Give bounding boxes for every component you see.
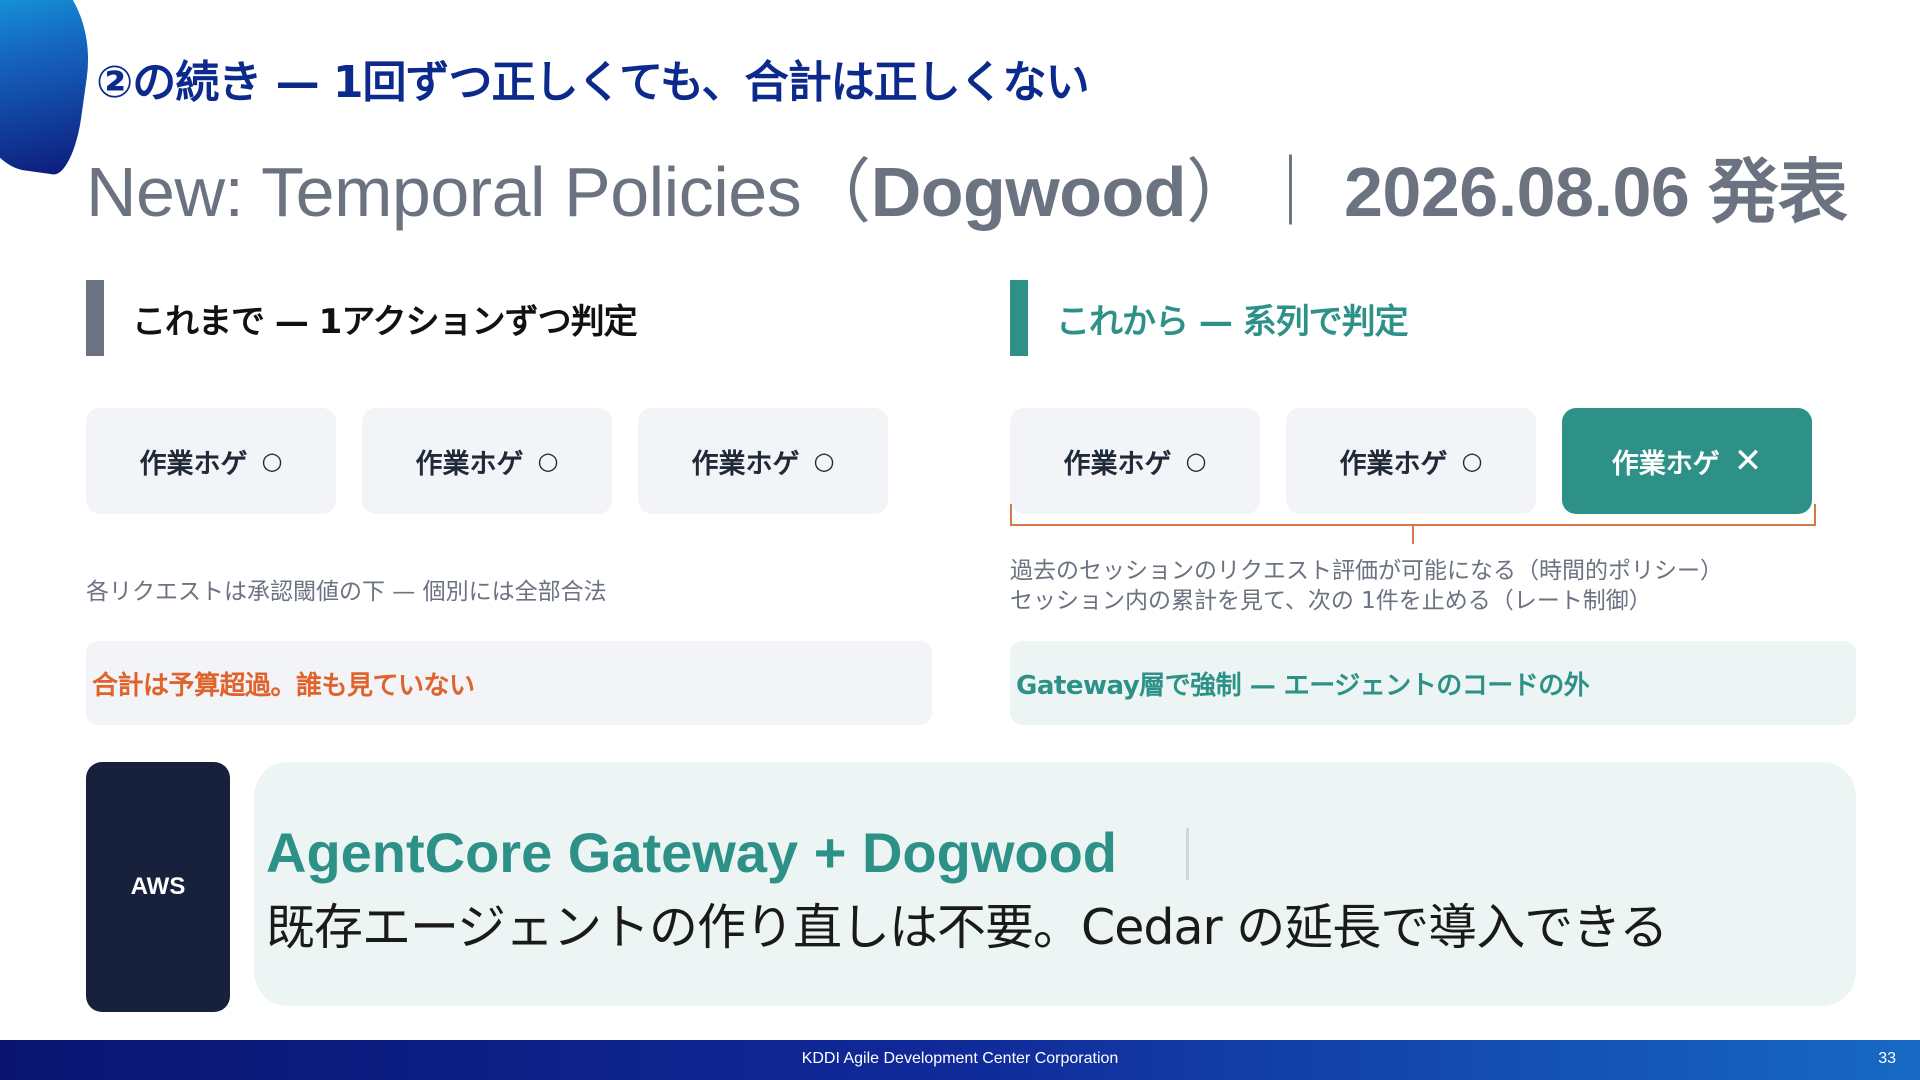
chip-label: 作業ホゲ	[1611, 448, 1720, 480]
note-after: 過去のセッションのリクエスト評価が可能になる（時間的ポリシー） セッション内の累…	[1010, 556, 1723, 616]
subtitle-codename: Dogwood	[870, 153, 1187, 231]
section-accent-bar	[1010, 280, 1028, 356]
slide-subtitle: New: Temporal Policies（Dogwood）｜ 2026.08…	[86, 136, 1848, 237]
section-heading-before: これまで — 1アクションずつ判定	[86, 280, 638, 356]
aws-badge-label: AWS	[130, 873, 186, 900]
allowed-icon: ○	[813, 447, 835, 475]
action-chip-denied: 作業ホゲ ✕	[1562, 408, 1812, 514]
takeaway-title: AgentCore Gateway + Dogwood	[266, 821, 1117, 884]
section-heading-text: これまで — 1アクションずつ判定	[132, 301, 638, 342]
denied-icon: ✕	[1733, 441, 1763, 481]
subtitle-date: 2026.08.06 発表	[1343, 153, 1848, 231]
action-chip: 作業ホゲ ○	[1010, 408, 1260, 514]
chip-label: 作業ホゲ	[139, 448, 248, 480]
takeaway-divider	[1186, 828, 1189, 880]
chip-label: 作業ホゲ	[415, 448, 524, 480]
section-heading-text: これから — 系列で判定	[1056, 301, 1409, 342]
subtitle-prefix: New: Temporal Policies（	[86, 153, 871, 231]
action-chip: 作業ホゲ ○	[362, 408, 612, 514]
chip-label: 作業ホゲ	[691, 448, 800, 480]
action-chip: 作業ホゲ ○	[1286, 408, 1536, 514]
note-line: セッション内の累計を見て、次の 1件を止める（レート制御）	[1010, 588, 1652, 614]
bracket-tick	[1412, 524, 1414, 544]
chip-label: 作業ホゲ	[1339, 448, 1448, 480]
allowed-icon: ○	[537, 447, 559, 475]
section-accent-bar	[86, 280, 104, 356]
allowed-icon: ○	[1185, 447, 1207, 475]
note-line: 過去のセッションのリクエスト評価が可能になる（時間的ポリシー）	[1010, 558, 1723, 584]
slide-title: ②の続き — 1回ずつ正しくても、合計は正しくない	[96, 57, 1090, 108]
allowed-icon: ○	[261, 447, 283, 475]
callout-after: Gateway層で強制 — エージェントのコードの外	[1010, 641, 1856, 725]
action-chip: 作業ホゲ ○	[86, 408, 336, 514]
section-heading-after: これから — 系列で判定	[1010, 280, 1409, 356]
aws-badge: AWS	[86, 762, 230, 1012]
footer-bar: KDDI Agile Development Center Corporatio…	[0, 1040, 1920, 1080]
takeaway-body: 既存エージェントの作り直しは不要。Cedar の延長で導入できる	[266, 899, 1668, 956]
allowed-icon: ○	[1461, 447, 1483, 475]
action-chip: 作業ホゲ ○	[638, 408, 888, 514]
page-number: 33	[1878, 1050, 1896, 1067]
chip-label: 作業ホゲ	[1063, 448, 1172, 480]
note-before: 各リクエストは承認閾値の下 — 個別には全部合法	[86, 579, 607, 605]
subtitle-separator: ）｜	[1186, 153, 1344, 231]
footer-company: KDDI Agile Development Center Corporatio…	[801, 1050, 1119, 1067]
callout-before: 合計は予算超過。誰も見ていない	[86, 641, 932, 725]
session-bracket	[1010, 504, 1816, 544]
takeaway-panel: AgentCore Gateway + Dogwood 既存エージェントの作り直…	[254, 762, 1856, 1006]
